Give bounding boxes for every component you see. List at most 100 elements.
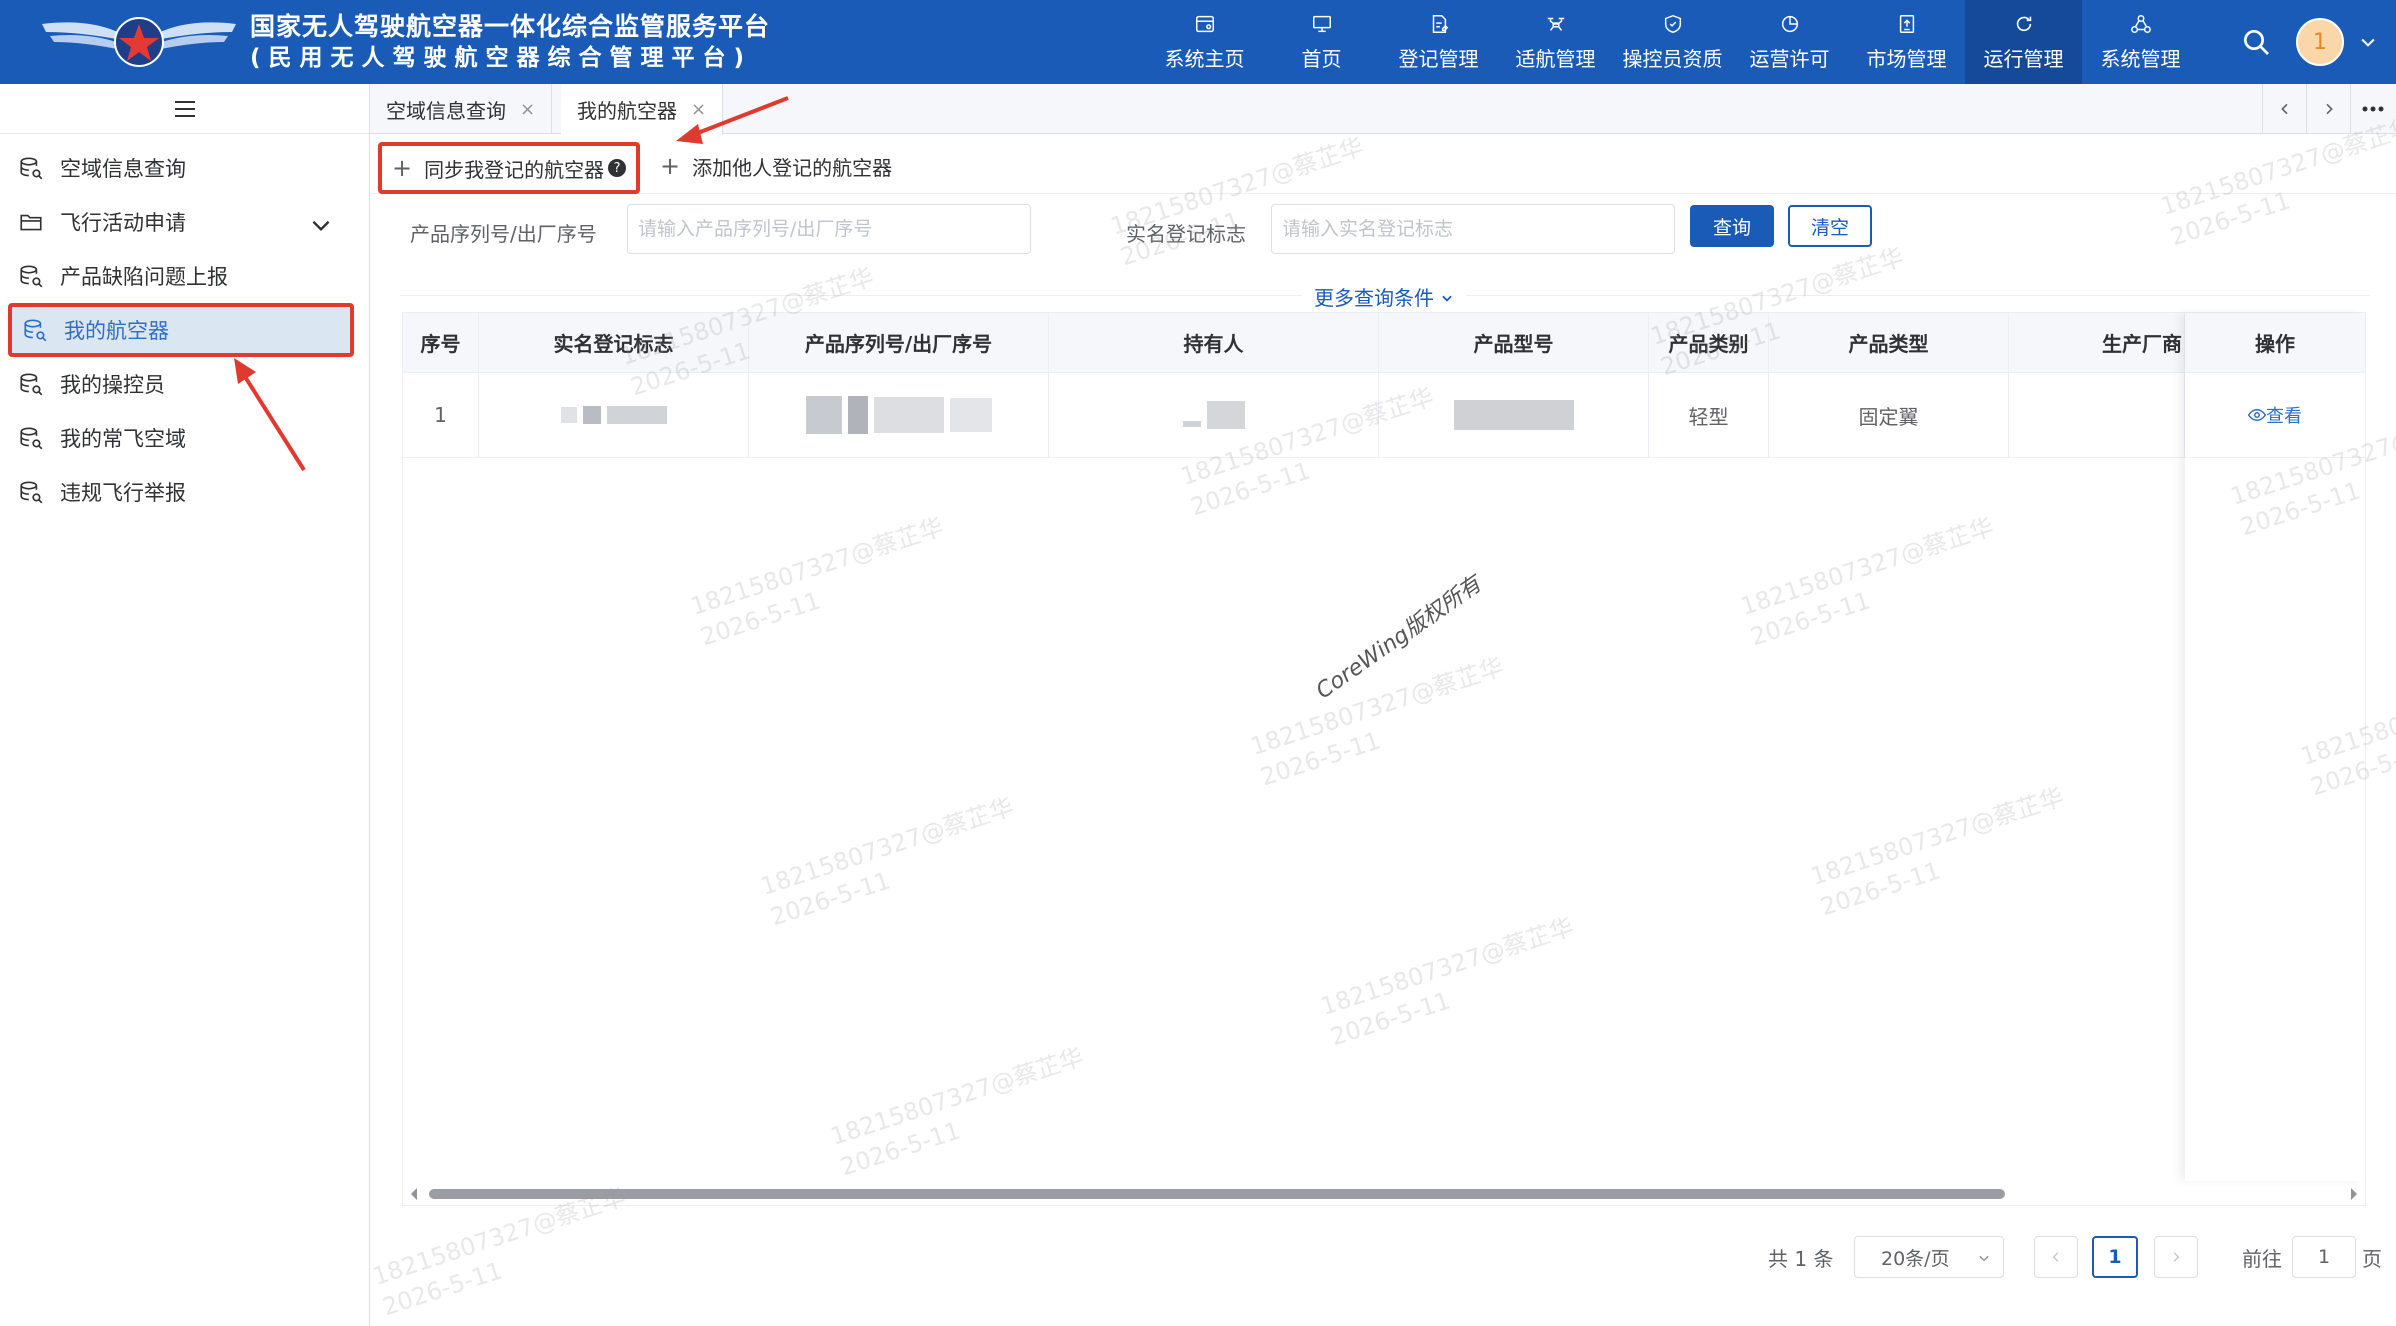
network-icon: [2130, 14, 2151, 33]
chevron-down-icon: [1442, 295, 1453, 302]
col-index: 序号: [403, 313, 479, 372]
tab-scroll-left[interactable]: [2262, 84, 2306, 134]
nav-system-home[interactable]: 系统主页: [1146, 0, 1263, 84]
help-icon[interactable]: ?: [608, 159, 627, 177]
view-link[interactable]: 查看: [2248, 402, 2302, 428]
more-conditions-toggle[interactable]: 更多查询条件: [1302, 282, 1467, 311]
tab-bar: 空域信息查询 × 我的航空器 ×: [370, 84, 2396, 135]
scroll-right-arrow-icon[interactable]: [2349, 1188, 2359, 1200]
chevron-down-icon: [312, 220, 330, 232]
sync-label: 同步我登记的航空器: [424, 157, 605, 182]
query-button[interactable]: 查询: [1690, 205, 1774, 247]
scrollbar-thumb[interactable]: [429, 1189, 2005, 1199]
page-size-select[interactable]: 20条/页: [1854, 1236, 2004, 1278]
nav-home[interactable]: 首页: [1263, 0, 1380, 84]
sync-my-aircraft-button[interactable]: + 同步我登记的航空器 ?: [378, 142, 641, 194]
goto-page-input[interactable]: [2292, 1236, 2356, 1278]
sidebar: 空域信息查询 飞行活动申请 产品缺陷问题上报 我的航空器 我的操控员 我的常飞空…: [0, 84, 370, 1326]
sidebar-item-label: 我的航空器: [64, 319, 169, 343]
nav-label: 适航管理: [1515, 46, 1596, 71]
hamburger-menu-icon: [174, 100, 195, 117]
chevron-right-icon: [2173, 1252, 2180, 1262]
nav-operator-qualification[interactable]: 操控员资质: [1614, 0, 1731, 84]
nav-label: 运营许可: [1749, 46, 1830, 71]
search-icon[interactable]: [2240, 26, 2272, 58]
total-count: 共 1 条: [1768, 1246, 1834, 1271]
sidebar-item-airspace-query[interactable]: 空域信息查询: [0, 141, 370, 195]
monitor-icon: [1312, 15, 1331, 32]
sidebar-item-frequent-airspace[interactable]: 我的常飞空域: [0, 411, 370, 465]
sidebar-item-label: 我的操控员: [60, 373, 165, 397]
eye-icon: [2248, 408, 2266, 422]
add-others-aircraft-button[interactable]: + 添加他人登记的航空器: [660, 148, 892, 184]
page-number-current[interactable]: 1: [2092, 1236, 2138, 1278]
nav-market-management[interactable]: 市场管理: [1848, 0, 1965, 84]
realname-label: 实名登记标志: [1126, 222, 1246, 246]
user-avatar[interactable]: 1: [2296, 18, 2344, 66]
nav-label: 系统管理: [2100, 46, 2181, 71]
sidebar-item-label: 空域信息查询: [60, 157, 186, 181]
col-category: 产品类别: [1649, 313, 1769, 372]
sidebar-item-my-operators[interactable]: 我的操控员: [0, 357, 370, 411]
tab-more-button[interactable]: [2350, 84, 2394, 134]
page-size-value: 20条/页: [1881, 1247, 1950, 1270]
scroll-left-arrow-icon[interactable]: [409, 1188, 419, 1200]
add-label: 添加他人登记的航空器: [692, 155, 893, 180]
top-header: 国家无人驾驶航空器一体化综合监管服务平台 (民用无人驾驶航空器综合管理平台) 系…: [0, 0, 2396, 84]
cell-actions: 查看: [2185, 373, 2365, 457]
col-serial: 产品序列号/出厂序号: [749, 313, 1049, 372]
tab-airspace-query[interactable]: 空域信息查询 ×: [370, 84, 553, 134]
cell-type: 固定翼: [1769, 373, 2009, 457]
chevron-down-icon[interactable]: [2358, 32, 2378, 52]
table-header: 序号 实名登记标志 产品序列号/出厂序号 持有人 产品型号 产品类别 产品类型 …: [403, 313, 2365, 373]
top-nav: 系统主页 首页 登记管理 适航管理 操控员资质 运营许可 市场管理 运行管理 系…: [1146, 0, 2199, 84]
realname-input[interactable]: [1271, 204, 1675, 254]
clear-button[interactable]: 清空: [1788, 205, 1872, 247]
cell-manufacturer: [2009, 373, 2185, 457]
tab-label: 空域信息查询: [386, 98, 506, 123]
cell-serial-redacted: [749, 373, 1049, 457]
tab-my-aircraft[interactable]: 我的航空器 ×: [561, 84, 724, 135]
col-manufacturer: 生产厂商: [2009, 313, 2185, 372]
sidebar-toggle[interactable]: [0, 84, 369, 134]
nav-system-management[interactable]: 系统管理: [2082, 0, 2199, 84]
horizontal-scrollbar[interactable]: [403, 1185, 2365, 1201]
chevron-left-icon: [2280, 103, 2288, 115]
nav-operation-management[interactable]: 运行管理: [1965, 0, 2082, 84]
sidebar-item-label: 违规飞行举报: [60, 481, 186, 505]
close-icon[interactable]: ×: [520, 99, 535, 120]
browser-icon: [1195, 15, 1214, 32]
toolbar: + 同步我登记的航空器 ? + 添加他人登记的航空器: [370, 134, 2396, 194]
database-search-icon: [20, 157, 43, 180]
goto-prefix: 前往: [2242, 1246, 2282, 1271]
prev-page-button[interactable]: [2034, 1236, 2078, 1278]
nav-label: 市场管理: [1866, 46, 1947, 71]
nav-label: 登记管理: [1398, 46, 1479, 71]
col-owner: 持有人: [1049, 313, 1379, 372]
close-icon[interactable]: ×: [691, 99, 706, 120]
cell-category: 轻型: [1649, 373, 1769, 457]
nav-label: 首页: [1301, 46, 1342, 71]
nav-operating-license[interactable]: 运营许可: [1731, 0, 1848, 84]
sidebar-item-flight-application[interactable]: 飞行活动申请: [0, 195, 370, 249]
nav-registration[interactable]: 登记管理: [1380, 0, 1497, 84]
sidebar-item-violation-report[interactable]: 违规飞行举报: [0, 465, 370, 519]
database-search-icon: [24, 319, 47, 342]
aircraft-table: 序号 实名登记标志 产品序列号/出厂序号 持有人 产品型号 产品类别 产品类型 …: [402, 312, 2366, 1206]
drone-icon: [1547, 17, 1564, 31]
nav-airworthiness[interactable]: 适航管理: [1497, 0, 1614, 84]
col-type: 产品类型: [1769, 313, 2009, 372]
nav-label: 系统主页: [1164, 46, 1245, 71]
next-page-button[interactable]: [2154, 1236, 2198, 1278]
plus-icon: +: [660, 152, 681, 180]
tab-scroll-right[interactable]: [2306, 84, 2350, 134]
platform-title: 国家无人驾驶航空器一体化综合监管服务平台 (民用无人驾驶航空器综合管理平台): [250, 12, 770, 72]
chevron-left-icon: [2052, 1252, 2059, 1262]
col-model: 产品型号: [1379, 313, 1649, 372]
folder-icon: [20, 214, 42, 231]
nav-label: 运行管理: [1983, 46, 2064, 71]
sidebar-item-label: 飞行活动申请: [60, 211, 186, 235]
sidebar-item-my-aircraft[interactable]: 我的航空器: [8, 303, 354, 357]
sidebar-item-defect-report[interactable]: 产品缺陷问题上报: [0, 249, 370, 303]
serial-input[interactable]: [627, 204, 1031, 254]
